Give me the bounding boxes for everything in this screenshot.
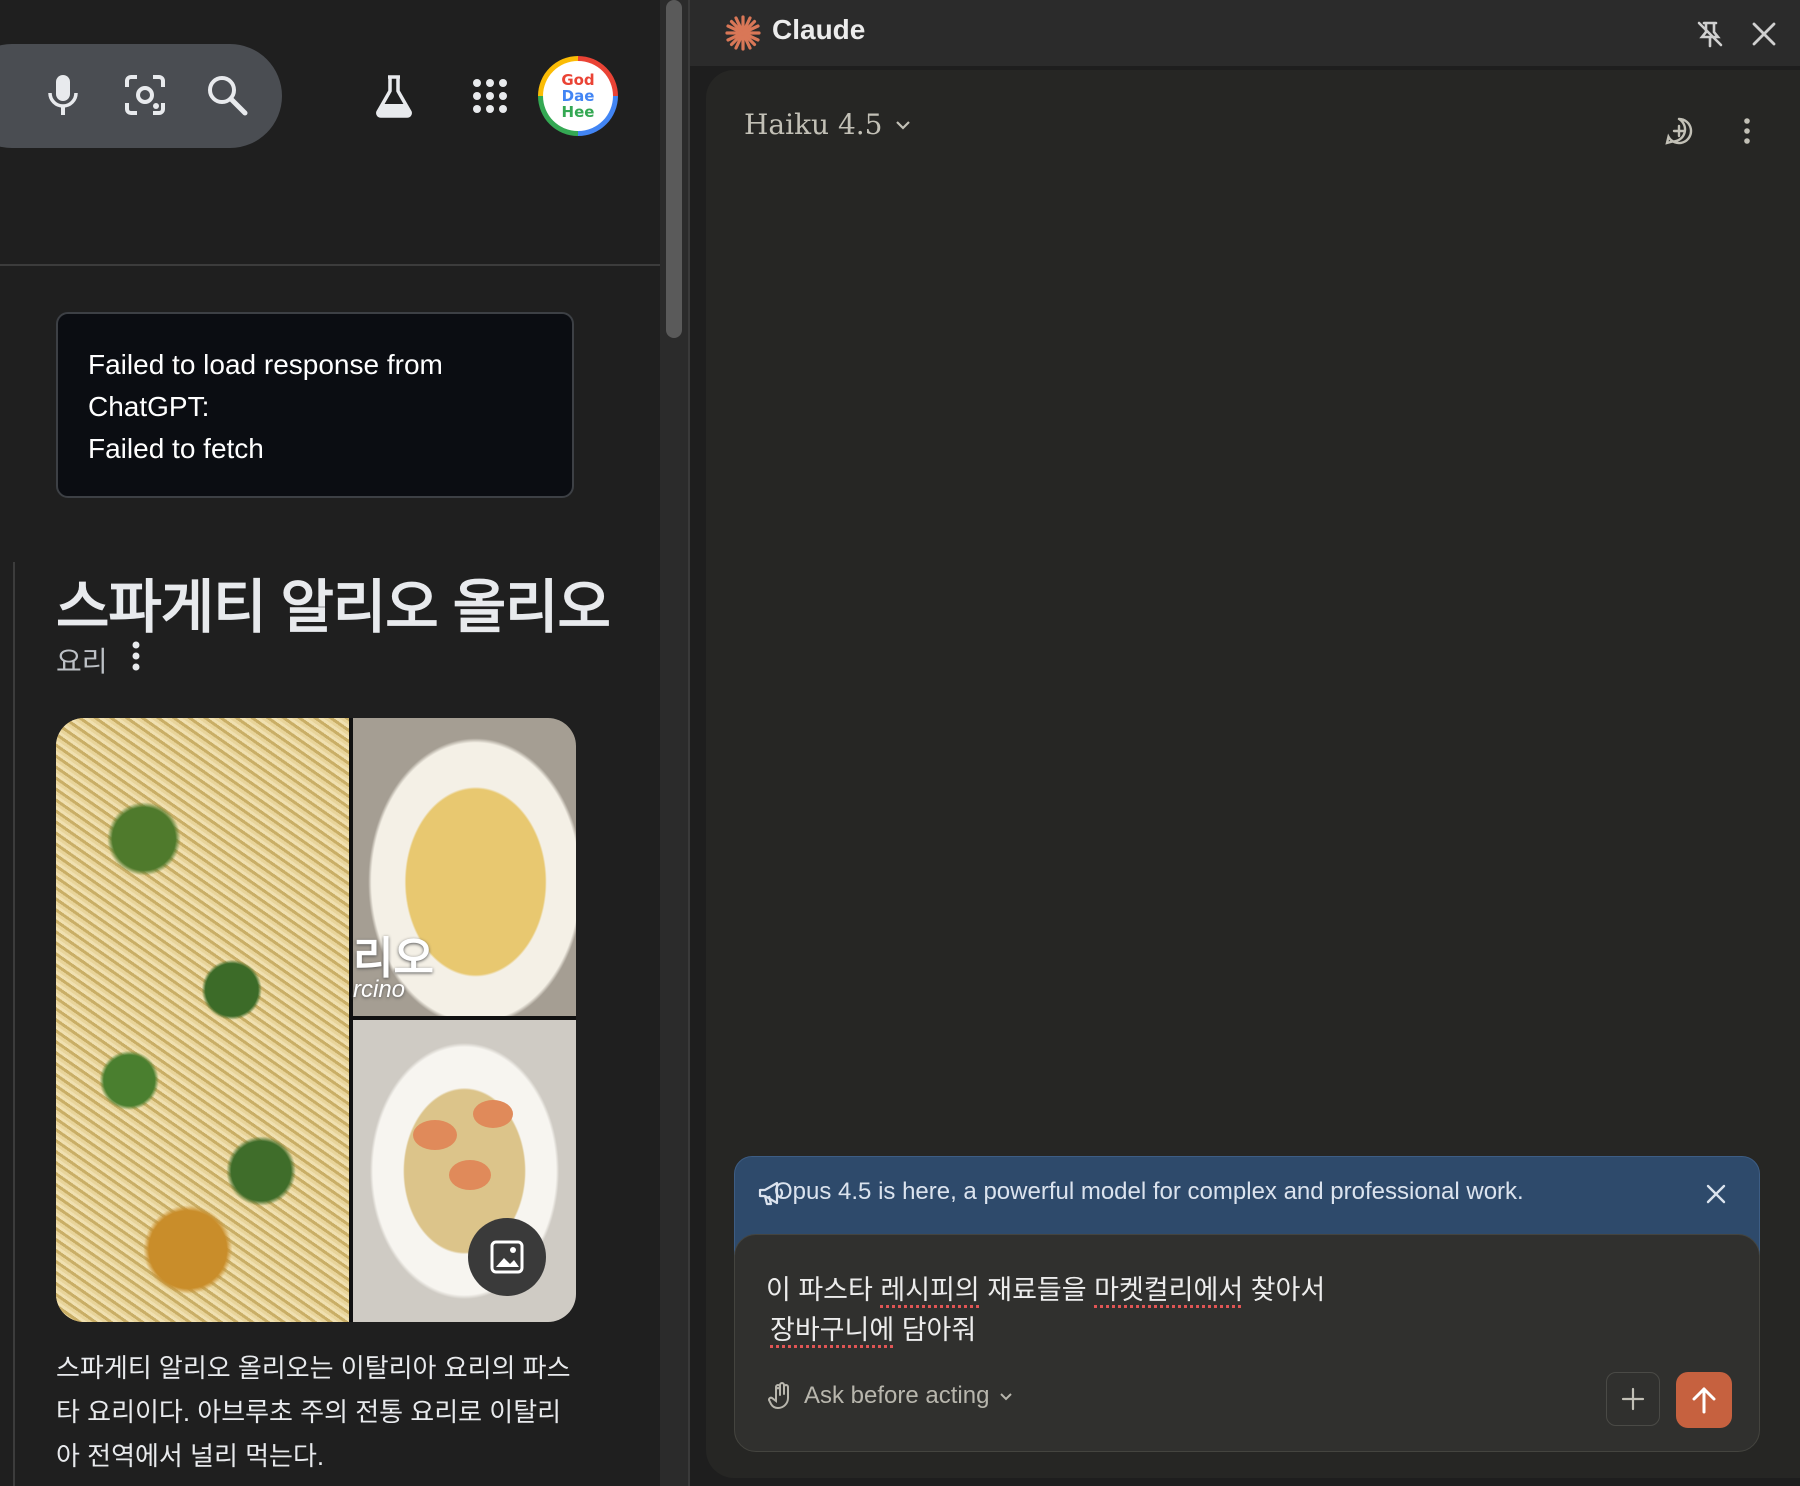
prompt-segment-misspelled: 마켓컬리에서 [1094, 1275, 1244, 1305]
chevron-down-icon [1000, 1392, 1013, 1400]
lens-icon[interactable] [118, 68, 172, 122]
image-gallery[interactable]: 리오 rcino [56, 718, 576, 1322]
error-line: ChatGPT: [88, 391, 210, 422]
unpin-icon[interactable] [1688, 12, 1732, 56]
scrollbar-thumb[interactable] [666, 0, 682, 338]
avatar-text-line: Hee [561, 103, 595, 121]
dismiss-banner-icon[interactable] [1702, 1180, 1730, 1208]
pasta-image-bottom-right[interactable] [353, 1020, 576, 1322]
browser-page: God Dae Hee Failed to load response from… [0, 0, 660, 1486]
knowledge-panel-description: 스파게티 알리오 올리오는 이탈리아 요리의 파스타 요리이다. 아브루초 주의… [56, 1353, 571, 1471]
banner-text: Opus 4.5 is here, a powerful model for c… [774, 1178, 1524, 1205]
more-images-button[interactable] [468, 1218, 546, 1296]
permission-mode-selector[interactable]: Ask before acting [768, 1382, 1013, 1410]
prompt-segment: 이 파스타 [766, 1275, 881, 1305]
prompt-segment-misspelled: 레시피의 [880, 1275, 980, 1305]
plus-icon [1621, 1387, 1645, 1411]
header-divider [0, 264, 660, 266]
knowledge-panel-title: 스파게티 알리오 올리오 [56, 575, 611, 640]
prompt-segment: 찾아서 [1243, 1275, 1326, 1305]
more-options-icon[interactable] [122, 636, 150, 676]
panel-edge-line [13, 562, 15, 1486]
mic-icon[interactable] [36, 68, 90, 122]
model-selector[interactable]: Haiku 4.5 [744, 108, 911, 141]
prompt-text-line-1[interactable]: 이 파스타 레시피의 재료들을 마켓컬리에서 찾아서 [766, 1268, 1325, 1307]
arrow-up-icon [1692, 1387, 1716, 1414]
hand-icon [768, 1382, 789, 1410]
panel-title: Claude [772, 14, 866, 45]
search-icon[interactable] [200, 68, 254, 122]
claude-side-panel: Claude Haiku 4.5 Opus 4.5 is here, a pow… [690, 0, 1800, 1486]
error-line: Failed to load response from [88, 349, 443, 380]
pasta-image-main[interactable] [56, 718, 349, 1322]
avatar-text-line: God [561, 71, 595, 89]
send-button[interactable] [1676, 1372, 1732, 1428]
avatar-text-line: Dae [561, 87, 595, 105]
model-name: Haiku 4.5 [744, 108, 883, 141]
knowledge-panel-subtitle: 요리 [56, 646, 108, 677]
apps-icon[interactable] [462, 68, 518, 124]
prompt-text-line-2[interactable]: 장바구니에 담아줘 [770, 1308, 976, 1347]
image-icon [490, 1240, 524, 1274]
mode-label: Ask before acting [804, 1382, 990, 1409]
more-vertical-icon[interactable] [1724, 108, 1770, 154]
claude-logo-icon [724, 14, 762, 52]
prompt-segment: 담아줘 [894, 1315, 977, 1345]
prompt-segment: 재료들을 [979, 1275, 1095, 1305]
image-overlay-subtext: rcino [353, 976, 406, 1003]
error-message-box: Failed to load response from ChatGPT: Fa… [56, 312, 574, 498]
add-attachment-button[interactable] [1606, 1372, 1660, 1426]
close-panel-icon[interactable] [1742, 12, 1786, 56]
new-chat-icon[interactable] [1656, 108, 1702, 154]
error-line: Failed to fetch [88, 433, 264, 464]
labs-icon[interactable] [366, 68, 422, 124]
prompt-segment-misspelled: 장바구니에 [770, 1315, 895, 1345]
avatar[interactable]: God Dae Hee [538, 56, 618, 136]
chevron-down-icon [895, 120, 910, 130]
